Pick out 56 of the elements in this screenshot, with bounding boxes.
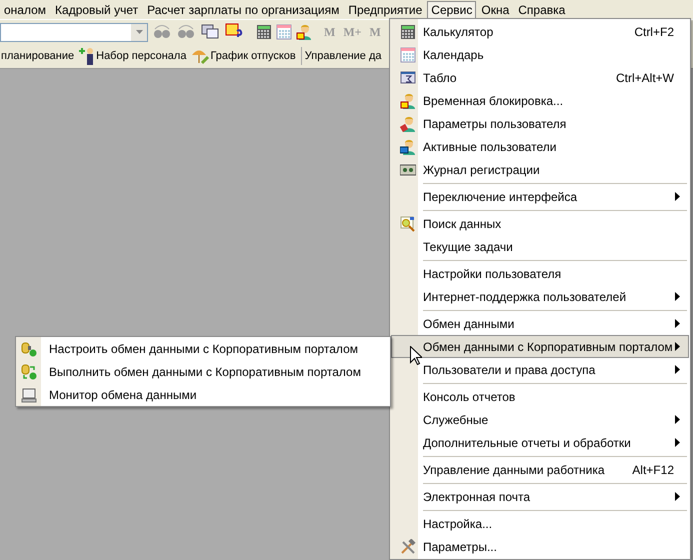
submenu-item[interactable]: Настроить обмен данными с Корпоративным порталом (16, 337, 390, 360)
menu-item[interactable]: Электронная почта (391, 485, 689, 508)
panel-button[interactable]: График отпусков (190, 47, 297, 65)
menu-item[interactable]: Управление данными работника Alt+F12 (391, 458, 689, 481)
combo-box[interactable] (0, 22, 148, 42)
menu-item[interactable]: Параметры пользователя (391, 112, 689, 135)
mouse-cursor-icon (410, 346, 422, 365)
menu-item[interactable]: Калькулятор Ctrl+F2 (391, 20, 689, 43)
menu-item[interactable]: Временная блокировка... (391, 89, 689, 112)
panel-button[interactable]: планирование (0, 48, 76, 64)
menu-item[interactable]: Дополнительные отчеты и обработки (391, 431, 689, 454)
menu-item[interactable]: Настройки пользователя (391, 262, 689, 285)
menu-item[interactable]: Консоль отчетов (391, 385, 689, 408)
menu-item[interactable]: Служебные (391, 408, 689, 431)
calendar-icon (400, 46, 416, 62)
monitor-icon (400, 70, 416, 86)
menu-item[interactable]: Настройка... (391, 512, 689, 535)
panel-button[interactable]: Набор персонала (78, 47, 188, 65)
menu-item[interactable]: Табло Ctrl+Alt+W (391, 66, 689, 89)
monitor-icon (20, 386, 36, 402)
menu-bar-item[interactable]: Сервис (427, 0, 476, 18)
calculator-icon (256, 24, 272, 40)
windows-icon[interactable] (200, 23, 220, 41)
tools-icon (400, 538, 416, 554)
menu-bar-item[interactable]: Предприятие (344, 0, 426, 18)
user-icon (400, 92, 416, 108)
calendar-icon (276, 24, 292, 40)
submenu-item[interactable]: Монитор обмена данными (16, 383, 390, 406)
menu-item[interactable]: Календарь (391, 43, 689, 66)
menu-item[interactable]: Обмен данными (391, 312, 689, 335)
menu-item[interactable]: Переключение интерфейса (391, 185, 689, 208)
menu-item[interactable]: Текущие задачи (391, 235, 689, 258)
search-icon (400, 216, 416, 232)
menu-bar-item[interactable]: Окна (477, 0, 514, 18)
database-sync-icon (20, 364, 36, 380)
menu-bar-item[interactable]: оналом (0, 0, 50, 18)
menu-item[interactable]: Интернет-поддержка пользователей (391, 285, 689, 308)
binoculars-icon[interactable] (152, 23, 172, 41)
database-sync-icon (20, 340, 36, 356)
submenu-item[interactable]: Выполнить обмен данными с Корпоративным порталом (16, 360, 390, 383)
cassette-icon (400, 162, 416, 178)
menu-bar-item[interactable]: Расчет зарплаты по организациям (143, 0, 344, 18)
menu-item[interactable]: Обмен данными с Корпоративным порталом (391, 335, 689, 358)
user-icon (400, 116, 416, 132)
menu-item[interactable]: Пользователи и права доступа (391, 358, 689, 381)
menu-item[interactable]: Журнал регистрации (391, 158, 689, 181)
menu-item[interactable]: Активные пользователи (391, 135, 689, 158)
panel-button[interactable]: Управление да (300, 47, 382, 65)
menu-bar-item[interactable]: Кадровый учет (51, 0, 142, 18)
menu-bar-item[interactable]: Справка (514, 0, 570, 18)
dropdown-icon (136, 30, 142, 34)
person-icon (79, 47, 96, 65)
menu-item[interactable]: Поиск данных (391, 212, 689, 235)
menu-item[interactable]: Параметры... (391, 535, 689, 558)
user-icon (400, 138, 416, 154)
user-icon (296, 24, 312, 40)
